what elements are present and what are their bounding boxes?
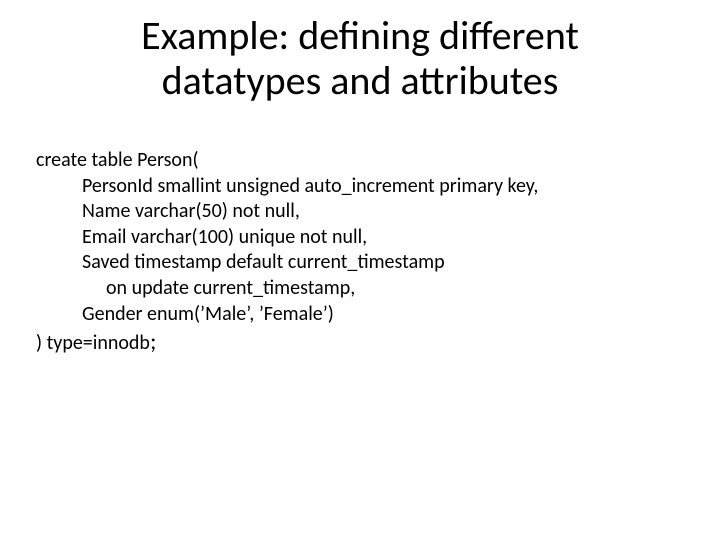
title-line-1: Example: defining different [0, 14, 720, 59]
code-line: create table Person( [36, 148, 684, 174]
code-line: Saved timestamp default current_timestam… [36, 250, 684, 276]
code-line: Name varchar(50) not null, [36, 199, 684, 225]
code-line: Gender enum(’Male’, ’Female’) [36, 302, 684, 328]
code-line: on update current_timestamp, [36, 276, 684, 302]
slide: Example: defining different datatypes an… [0, 0, 720, 540]
title-line-2: datatypes and attributes [0, 59, 720, 104]
code-line: Email varchar(100) unique not null, [36, 225, 684, 251]
semicolon: ; [150, 327, 156, 356]
code-text: ) type=innodb [36, 331, 150, 355]
code-line: ) type=innodb; [36, 327, 684, 358]
slide-title: Example: defining different datatypes an… [0, 14, 720, 104]
code-block: create table Person( PersonId smallint u… [36, 148, 684, 358]
code-line: PersonId smallint unsigned auto_incremen… [36, 174, 684, 200]
